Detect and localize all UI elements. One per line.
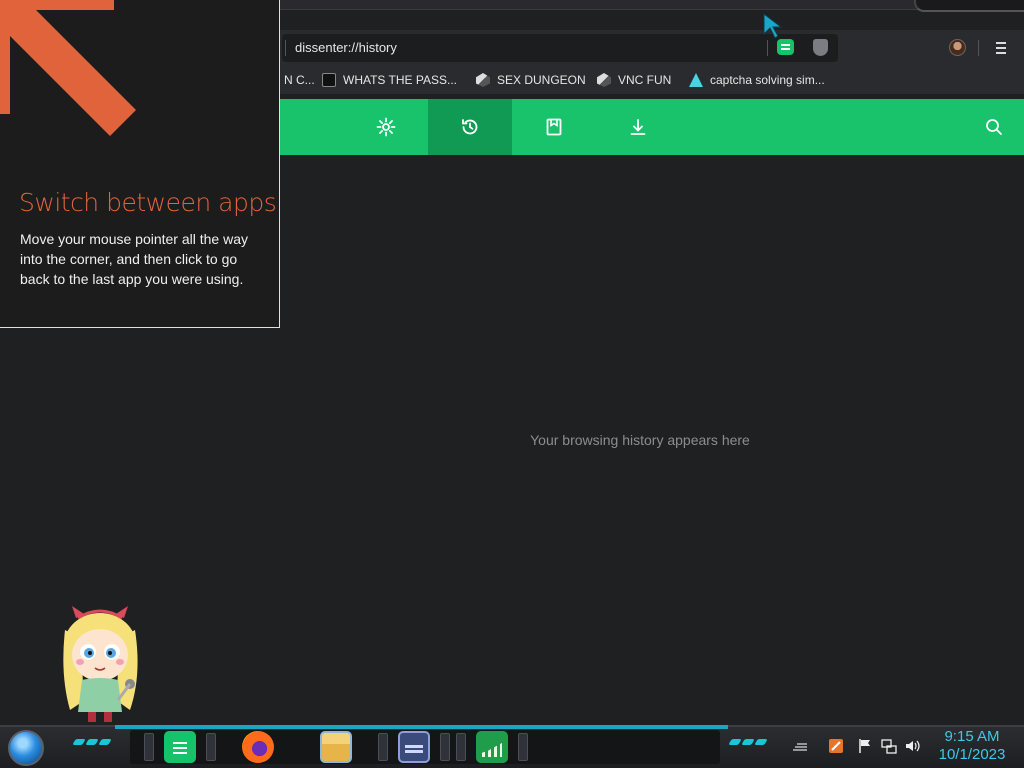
dissenter-chat-icon[interactable] bbox=[777, 39, 794, 55]
taskbar-divider bbox=[518, 733, 528, 761]
stocks-app-icon[interactable] bbox=[476, 731, 508, 763]
triangle-favicon-icon bbox=[689, 73, 703, 87]
window-corner-decoration bbox=[914, 0, 1024, 12]
bookmark-label: SEX DUNGEON bbox=[497, 73, 586, 87]
desktop-mascot-character bbox=[63, 606, 138, 722]
menu-icon[interactable] bbox=[996, 42, 1008, 54]
switch-apps-tip[interactable]: Switch between apps Move your mouse poin… bbox=[0, 0, 280, 328]
tip-body: Move your mouse pointer all the way into… bbox=[20, 231, 248, 287]
cube-favicon-icon bbox=[476, 73, 490, 87]
mouse-cursor-icon bbox=[763, 12, 783, 39]
firefox-icon[interactable] bbox=[242, 731, 274, 763]
bookmark-label: captcha solving sim... bbox=[710, 73, 825, 87]
bookmark-item[interactable]: WHATS THE PASS... bbox=[322, 72, 457, 88]
flag-icon[interactable] bbox=[857, 738, 873, 754]
download-icon[interactable] bbox=[628, 117, 648, 137]
taskbar-clock[interactable]: 9:15 AM 10/1/2023 bbox=[930, 728, 1014, 764]
card-app-icon[interactable] bbox=[398, 731, 430, 763]
chat-app-icon[interactable] bbox=[164, 731, 196, 763]
address-bar-text[interactable]: dissenter://history bbox=[295, 40, 397, 55]
volume-icon[interactable] bbox=[904, 738, 920, 754]
start-button[interactable] bbox=[8, 730, 44, 766]
shield-icon[interactable] bbox=[813, 39, 828, 56]
bookmark-item[interactable]: SEX DUNGEON bbox=[476, 72, 586, 88]
show-hidden-icons-icon[interactable] bbox=[792, 738, 808, 754]
profile-avatar[interactable] bbox=[949, 39, 966, 56]
orange-app-tray-icon[interactable] bbox=[828, 738, 844, 754]
taskbar-divider bbox=[144, 733, 154, 761]
taskbar-divider bbox=[456, 733, 466, 761]
bookmark-label: VNC FUN bbox=[618, 73, 672, 87]
bookmark-label: WHATS THE PASS... bbox=[343, 73, 458, 87]
dark-square-favicon-icon bbox=[322, 73, 336, 87]
bookmark-icon[interactable] bbox=[544, 117, 564, 137]
taskbar-divider bbox=[378, 733, 388, 761]
bookmark-item[interactable]: N C... bbox=[284, 72, 315, 88]
gear-icon[interactable] bbox=[376, 117, 396, 137]
address-bar-divider bbox=[285, 40, 286, 56]
extensions-divider bbox=[767, 40, 768, 56]
taskbar-divider bbox=[206, 733, 216, 761]
desktop: dissenter://history N C... WHATS THE PAS… bbox=[0, 0, 1024, 768]
bookmark-label: N C... bbox=[284, 73, 315, 87]
taskbar-decoration-right bbox=[728, 739, 768, 749]
clock-time: 9:15 AM bbox=[944, 728, 1000, 745]
tip-title: Switch between apps bbox=[19, 188, 277, 217]
toolbar-divider bbox=[978, 40, 979, 56]
file-explorer-icon[interactable] bbox=[320, 731, 352, 763]
taskbar-accent-band bbox=[115, 725, 728, 729]
cube-favicon-icon bbox=[597, 73, 611, 87]
bookmark-item[interactable]: VNC FUN bbox=[597, 72, 671, 88]
clock-date: 10/1/2023 bbox=[938, 746, 1006, 763]
search-icon[interactable] bbox=[984, 117, 1004, 137]
bookmark-item[interactable]: captcha solving sim... bbox=[689, 72, 825, 88]
taskbar-divider bbox=[440, 733, 450, 761]
history-icon[interactable] bbox=[460, 117, 480, 137]
network-icon[interactable] bbox=[881, 738, 897, 754]
history-empty-message: Your browsing history appears here bbox=[530, 432, 750, 448]
arrow-up-left-icon bbox=[0, 0, 136, 136]
taskbar-decoration-left bbox=[72, 739, 112, 749]
